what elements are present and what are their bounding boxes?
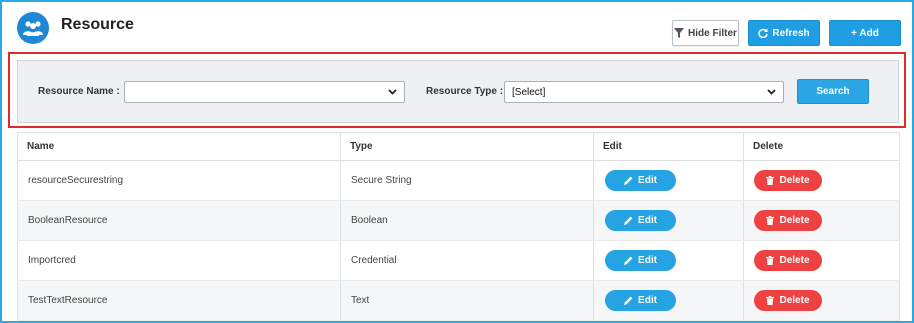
cell-name: BooleanResource — [17, 200, 341, 241]
table-header-row: Name Type Edit Delete — [17, 132, 900, 161]
cell-edit: Edit — [593, 160, 744, 201]
delete-button[interactable]: Delete — [754, 170, 822, 191]
table-row: Importcred Credential Edit Delete — [17, 240, 900, 281]
pencil-icon — [624, 256, 633, 265]
chevron-down-icon — [388, 89, 397, 95]
resource-name-select[interactable] — [124, 81, 405, 103]
column-header-name: Name — [17, 132, 341, 161]
cell-type: Secure String — [340, 160, 594, 201]
column-header-type: Type — [340, 132, 594, 161]
hide-filter-button[interactable]: Hide Filter — [672, 20, 739, 46]
trash-icon — [766, 256, 775, 265]
page-header: Resource — [17, 12, 134, 44]
edit-label: Edit — [638, 255, 657, 266]
cell-type: Credential — [340, 240, 594, 281]
cell-delete: Delete — [743, 160, 900, 201]
cell-name: Importcred — [17, 240, 341, 281]
delete-button[interactable]: Delete — [754, 250, 822, 271]
people-group-icon — [17, 12, 49, 44]
resource-type-select[interactable]: [Select] — [504, 81, 784, 103]
table-row: resourceSecurestring Secure String Edit … — [17, 160, 900, 201]
cell-delete: Delete — [743, 200, 900, 241]
trash-icon — [766, 296, 775, 305]
column-header-edit: Edit — [593, 132, 744, 161]
trash-icon — [766, 216, 775, 225]
resource-table: Name Type Edit Delete resourceSecurestri… — [17, 132, 900, 321]
edit-label: Edit — [638, 295, 657, 306]
edit-button[interactable]: Edit — [605, 290, 676, 311]
delete-label: Delete — [779, 255, 810, 266]
column-header-delete: Delete — [743, 132, 900, 161]
cell-edit: Edit — [593, 200, 744, 241]
refresh-button[interactable]: Refresh — [748, 20, 820, 46]
page-title: Resource — [61, 16, 134, 33]
search-button[interactable]: Search — [797, 79, 869, 104]
cell-edit: Edit — [593, 280, 744, 321]
cell-type: Text — [340, 280, 594, 321]
edit-button[interactable]: Edit — [605, 170, 676, 191]
cell-edit: Edit — [593, 240, 744, 281]
trash-icon — [766, 176, 775, 185]
refresh-label: Refresh — [772, 27, 810, 39]
toolbar: Hide Filter Refresh + Add — [672, 20, 901, 46]
edit-button[interactable]: Edit — [605, 210, 676, 231]
add-label: + Add — [851, 27, 879, 39]
cell-type: Boolean — [340, 200, 594, 241]
cell-name: resourceSecurestring — [17, 160, 341, 201]
resource-type-value: [Select] — [512, 86, 546, 98]
delete-button[interactable]: Delete — [754, 210, 822, 231]
cell-delete: Delete — [743, 280, 900, 321]
delete-label: Delete — [779, 295, 810, 306]
hide-filter-label: Hide Filter — [688, 27, 737, 39]
cell-name: TestTextResource — [17, 280, 341, 321]
edit-button[interactable]: Edit — [605, 250, 676, 271]
chevron-down-icon — [767, 89, 776, 95]
pencil-icon — [624, 216, 633, 225]
delete-label: Delete — [779, 215, 810, 226]
edit-label: Edit — [638, 215, 657, 226]
delete-label: Delete — [779, 175, 810, 186]
pencil-icon — [624, 296, 633, 305]
resource-name-label: Resource Name : — [38, 86, 120, 97]
edit-label: Edit — [638, 175, 657, 186]
delete-button[interactable]: Delete — [754, 290, 822, 311]
cell-delete: Delete — [743, 240, 900, 281]
add-button[interactable]: + Add — [829, 20, 901, 46]
table-row: BooleanResource Boolean Edit Delete — [17, 200, 900, 241]
refresh-icon — [758, 28, 769, 38]
filter-icon — [674, 28, 685, 38]
table-row: TestTextResource Text Edit Delete — [17, 280, 900, 321]
pencil-icon — [624, 176, 633, 185]
resource-type-label: Resource Type : — [426, 86, 504, 97]
